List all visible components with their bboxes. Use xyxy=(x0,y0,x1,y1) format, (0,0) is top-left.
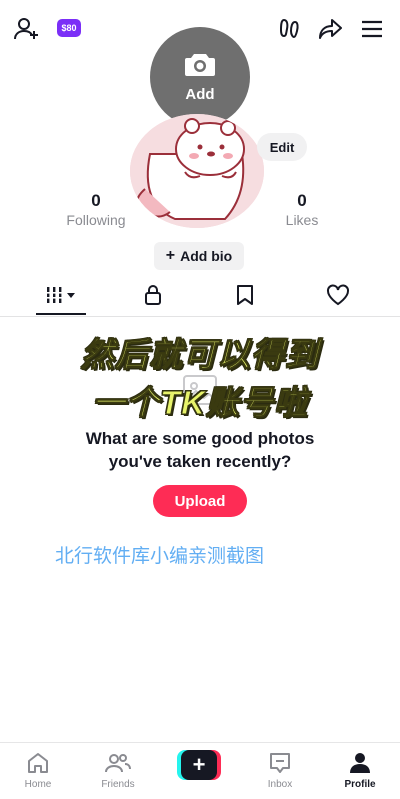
following-stat[interactable]: 0 Following xyxy=(51,191,141,229)
add-bio-button[interactable]: + Add bio xyxy=(154,242,244,270)
plus-icon: + xyxy=(165,247,176,264)
coins-badge[interactable]: $80 xyxy=(57,19,81,37)
profile-tabs xyxy=(0,280,400,317)
tab-private[interactable] xyxy=(103,280,203,315)
profile-icon xyxy=(349,752,371,777)
watermark-caption: 北行软件库小编亲测截图 xyxy=(55,546,265,567)
nav-home-label: Home xyxy=(24,779,52,790)
share-arrow-icon[interactable] xyxy=(316,14,344,44)
nav-home[interactable]: Home xyxy=(0,743,76,799)
footprints-icon[interactable] xyxy=(276,14,304,44)
lock-icon xyxy=(144,284,162,311)
home-icon xyxy=(26,752,50,777)
prompt-line2: you've taken recently? xyxy=(108,452,292,471)
likes-label: Likes xyxy=(285,212,319,228)
edit-profile-button[interactable]: Edit xyxy=(257,133,307,161)
nav-inbox-label: Inbox xyxy=(267,779,293,790)
upload-button[interactable]: Upload xyxy=(153,485,247,517)
avatar[interactable] xyxy=(130,114,264,228)
following-label: Following xyxy=(66,212,126,228)
friends-icon xyxy=(105,752,131,777)
add-label: Add xyxy=(185,86,215,103)
nav-profile-label: Profile xyxy=(344,779,376,790)
prompt-line1: What are some good photos xyxy=(85,429,315,448)
tab-saved[interactable] xyxy=(195,280,295,315)
heart-icon xyxy=(326,284,350,311)
bottom-nav: Home Friends + Inbox Profile xyxy=(0,742,400,799)
person-plus-icon[interactable] xyxy=(12,14,42,44)
add-photo-button[interactable]: Add xyxy=(150,27,250,127)
overlay-text-line2: 一个TK账号啦 xyxy=(92,384,308,422)
nav-friends[interactable]: Friends xyxy=(80,743,156,799)
camera-icon xyxy=(184,51,216,82)
following-count: 0 xyxy=(91,191,101,210)
create-button[interactable]: + xyxy=(177,750,221,780)
likes-count: 0 xyxy=(297,191,307,210)
nav-profile[interactable]: Profile xyxy=(322,743,398,799)
hamburger-menu-icon[interactable] xyxy=(358,14,386,44)
inbox-icon xyxy=(268,752,292,777)
empty-state-prompt: What are some good photos you've taken r… xyxy=(40,427,360,473)
nav-inbox[interactable]: Inbox xyxy=(242,743,318,799)
create-plus-icon: + xyxy=(181,750,217,780)
tab-liked[interactable] xyxy=(288,280,388,315)
grid-videos-icon xyxy=(45,285,77,310)
nav-friends-label: Friends xyxy=(101,779,135,790)
add-bio-label: Add bio xyxy=(180,248,233,264)
bookmark-icon xyxy=(236,284,254,311)
active-tab-indicator xyxy=(36,313,86,315)
tab-videos[interactable] xyxy=(11,280,111,315)
overlay-text-line1: 然后就可以得到 xyxy=(81,336,319,374)
likes-stat[interactable]: 0 Likes xyxy=(257,191,347,229)
